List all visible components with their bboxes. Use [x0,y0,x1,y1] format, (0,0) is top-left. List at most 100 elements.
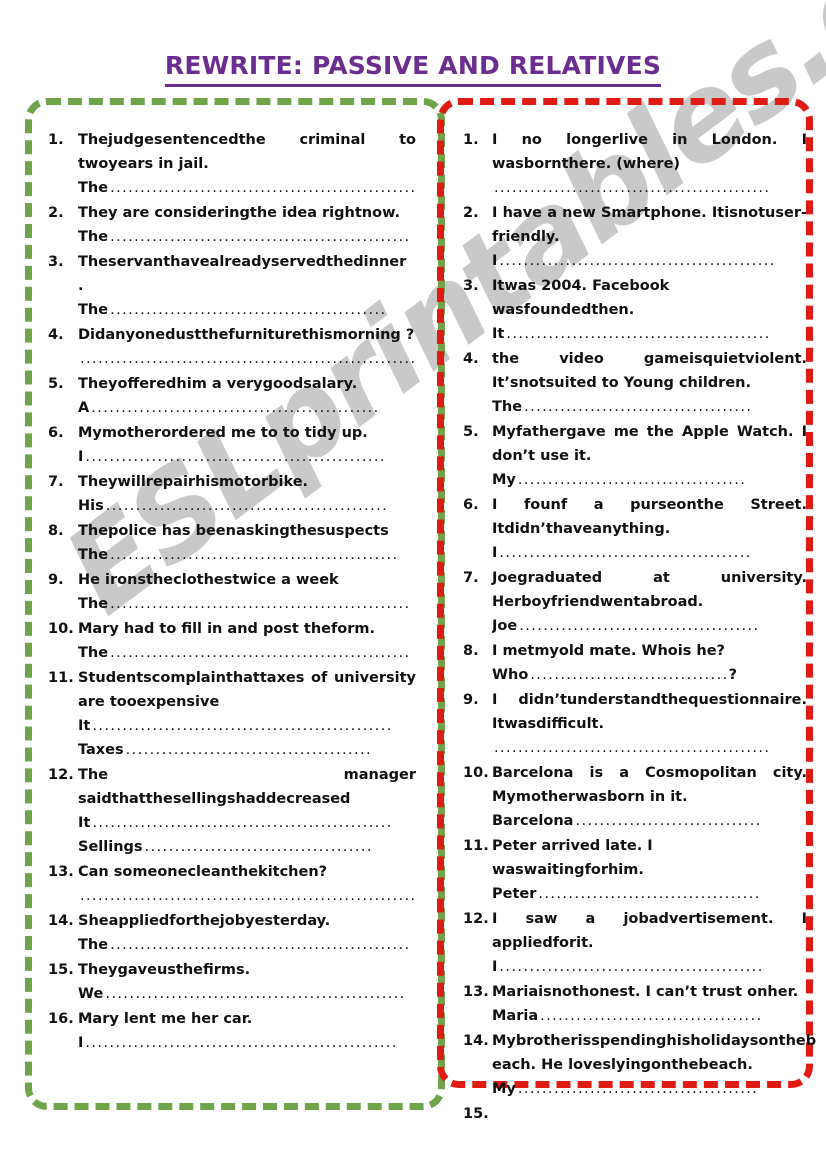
answer-lead-word: It [492,326,505,342]
answer-blank-dots[interactable]: ........................................… [494,180,770,196]
exercise-prompt: Theyofferedhim a verygoodsalary. [78,376,358,392]
right-question-list: I no longerlive in London. I wasbornther… [462,128,816,1126]
answer-blank-dots[interactable]: ...................................... [145,839,373,855]
answer-blank-dots[interactable]: ........................................… [110,229,410,245]
answer-lead-word: Peter [492,886,537,902]
answer-blank-dots[interactable]: ........................................… [126,742,372,758]
answer-blank-dots[interactable]: ........................................… [92,815,392,831]
answer-lead-word: The [78,596,109,612]
exercise-prompt: Mary had to fill in and post theform. [78,621,376,637]
answer-line[interactable]: It......................................… [492,322,807,346]
answer-blank-dots[interactable]: ........................................… [110,937,410,953]
exercise-prompt: Mymotherordered me to to tidy up. [78,425,368,441]
answer-line[interactable]: A.......................................… [78,396,416,420]
answer-lead-word: My [492,472,516,488]
answer-lead-word: It [78,718,91,734]
answer-blank-dots[interactable]: ...................................... [518,472,746,488]
answer-line[interactable]: My......................................… [492,1077,807,1101]
exercise-item: I metmyold mate. Whois he? Who...........… [462,639,807,687]
answer-blank-dots[interactable]: ........................................… [110,547,398,563]
answer-blank-dots[interactable]: ........................................… [91,400,379,416]
answer-line[interactable]: My...................................... [492,468,807,492]
answer-blank-dots[interactable]: ........................................… [85,449,385,465]
exercise-item: Mary had to fill in and post theform. The… [48,617,416,665]
answer-line[interactable]: The.....................................… [78,592,416,616]
exercise-prompt: I metmyold mate. Whois he? [492,643,725,659]
answer-line[interactable]: ........................................… [492,736,807,760]
answer-line[interactable]: I.......................................… [492,249,807,273]
exercise-prompt: Studentscomplainthattaxes of university … [78,670,416,710]
answer-blank-dots[interactable]: ........................................… [85,1035,397,1051]
answer-lead-word: His [78,498,104,514]
answer-line[interactable]: ........................................… [78,347,416,371]
answer-blank-dots[interactable]: ........................................… [499,959,763,975]
answer-line[interactable]: The.....................................… [78,543,416,567]
exercise-item: Peter arrived late. I waswaitingforhim. P… [462,834,807,906]
answer-line[interactable]: The.....................................… [78,933,416,957]
answer-blank-dots[interactable]: ..................................... [538,886,760,902]
answer-blank-dots[interactable]: ................................. [530,667,728,683]
answer-line[interactable]: I.......................................… [78,1031,416,1055]
exercise-item: Itwas 2004. Facebook wasfoundedthen. It..… [462,274,807,346]
answer-line[interactable]: The.....................................… [78,298,416,322]
answer-lead-word: Who [492,667,529,683]
answer-blank-dots[interactable]: ........................................… [80,351,416,367]
answer-blank-dots[interactable]: ............................... [575,813,761,829]
answer-blank-dots[interactable]: ........................................… [110,645,410,661]
exercise-prompt: I no longerlive in London. I wasbornther… [492,132,807,172]
exercise-prompt: Thejudgesentencedthe criminal to twoyear… [78,132,416,172]
answer-blank-dots[interactable]: ........................................… [105,986,405,1002]
answer-line[interactable]: Barcelona............................... [492,809,807,833]
answer-lead-word: The [78,302,109,318]
answer-blank-dots[interactable]: ........................................… [110,302,386,318]
answer-lead-word: I [492,253,498,269]
answer-blank-dots[interactable]: ..................................... [540,1008,762,1024]
answer-line[interactable]: I.......................................… [492,955,807,979]
answer-line[interactable]: Taxes...................................… [78,738,416,762]
answer-line[interactable]: Joe.....................................… [492,614,807,638]
answer-blank-dots[interactable]: ........................................… [506,326,770,342]
answer-line[interactable]: Who.................................? [492,663,807,687]
exercise-prompt: Didanyonedustthefurniturethismorning ? [78,327,415,343]
answer-blank-dots[interactable]: ...................................... [524,399,752,415]
exercise-item: Mary lent me her car. I..................… [48,1007,416,1055]
answer-lead-word: I [492,545,498,561]
answer-line[interactable]: His.....................................… [78,494,416,518]
answer-blank-dots[interactable]: ........................................… [499,253,775,269]
exercise-prompt: He ironstheclothestwice a week [78,572,339,588]
answer-lead-word: The [78,645,109,661]
answer-line[interactable]: It......................................… [78,714,416,738]
answer-line[interactable]: ........................................… [78,884,416,908]
exercise-item: Thejudgesentencedthe criminal to twoyear… [48,128,416,200]
answer-line[interactable]: ........................................… [492,176,807,200]
answer-lead-word: The [78,229,109,245]
answer-line[interactable]: It......................................… [78,811,416,835]
answer-line[interactable]: Peter...................................… [492,882,807,906]
answer-line[interactable]: The.....................................… [78,225,416,249]
answer-blank-dots[interactable]: ........................................ [518,1081,758,1097]
exercise-item: I no longerlive in London. I wasbornther… [462,128,807,200]
answer-line[interactable]: The.....................................… [78,176,416,200]
exercise-prompt: Can someonecleanthekitchen? [78,864,328,880]
answer-line[interactable]: I.......................................… [492,541,807,565]
answer-blank-dots[interactable]: ........................................… [499,545,751,561]
answer-line[interactable]: We......................................… [78,982,416,1006]
answer-line[interactable]: Maria...................................… [492,1004,807,1028]
answer-blank-dots[interactable]: ........................................… [110,180,416,196]
answer-blank-dots[interactable]: ........................................… [110,596,410,612]
exercise-prompt: Joegraduated at university. Herboyfriend… [492,570,807,610]
answer-blank-dots[interactable]: ........................................… [80,888,416,904]
exercise-item: Can someonecleanthekitchen?.............… [48,860,416,908]
answer-blank-dots[interactable]: ........................................… [92,718,392,734]
answer-line[interactable]: The.....................................… [492,395,807,419]
exercise-item: I saw a jobadvertisement. I appliedforit… [462,907,807,979]
answer-blank-dots[interactable]: ........................................… [106,498,388,514]
exercise-item: Thepolice has beenaskingthesuspects The..… [48,519,416,567]
exercise-prompt: Myfathergave me the Apple Watch. I don’t… [492,424,807,464]
exercise-prompt: the video gameisquietviolent. It’snotsui… [492,351,807,391]
answer-blank-dots[interactable]: ........................................… [494,740,770,756]
answer-line[interactable]: I.......................................… [78,445,416,469]
answer-line[interactable]: The.....................................… [78,641,416,665]
answer-blank-dots[interactable]: ........................................ [519,618,759,634]
answer-line[interactable]: Sellings................................… [78,835,416,859]
